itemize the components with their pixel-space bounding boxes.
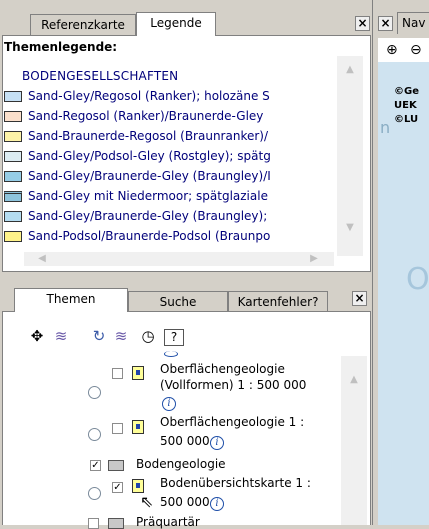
close-themen-panel-button[interactable]: × bbox=[352, 291, 367, 306]
legend-swatch bbox=[4, 171, 22, 182]
copyright-logo-line: UEK bbox=[394, 100, 417, 111]
theme-label[interactable]: (Vollformen) 1 : 500 000 bbox=[160, 378, 306, 392]
tab-referenzkarte[interactable]: Referenzkarte bbox=[30, 14, 136, 36]
legend-item-label: Sand-Regosol (Ranker)/Braunerde-Gley bbox=[28, 109, 264, 123]
close-legend-panel-button[interactable]: × bbox=[355, 16, 370, 31]
theme-label[interactable]: Oberflächengeologie bbox=[160, 362, 285, 376]
theme-label[interactable]: Oberflächengeologie 1 : bbox=[160, 415, 304, 429]
tab-legende[interactable]: Legende bbox=[136, 12, 216, 36]
legend-item-label: Sand-Gley/Podsol-Gley (Rostgley); spätg bbox=[28, 149, 271, 163]
theme-label[interactable]: Bodenübersichtskarte 1 : bbox=[160, 476, 311, 490]
zoom-out-icon[interactable]: ⊖ bbox=[410, 42, 422, 58]
layers-stack-icon[interactable]: ≋ bbox=[112, 327, 130, 345]
legend-item: Sand-Gley/Braunerde-Gley (Braungley)/I bbox=[4, 168, 334, 186]
legend-item-label: Sand-Gley/Braunerde-Gley (Braungley); bbox=[28, 209, 268, 223]
legend-item: Sand-Gley mit Niedermoor; spätglaziale bbox=[4, 188, 334, 206]
copyright-logo-line: ©LU bbox=[394, 114, 419, 125]
folder-icon bbox=[108, 460, 124, 471]
theme-label[interactable]: 500 000 bbox=[160, 495, 210, 509]
legend-item: Sand-Braunerde-Regosol (Braunranker)/ bbox=[4, 128, 334, 146]
legend-group-title: BODENGESELLSCHAFTEN bbox=[22, 69, 179, 83]
legend-item-label: Sand-Podsol/Braunerde-Podsol (Braunpo bbox=[28, 229, 271, 243]
map-close-button[interactable]: × bbox=[378, 16, 393, 31]
layers-icon[interactable]: ≋ bbox=[52, 327, 70, 345]
info-icon[interactable]: i bbox=[162, 397, 176, 411]
legend-swatch bbox=[4, 231, 22, 242]
zoom-in-icon[interactable]: ⊕ bbox=[386, 42, 398, 58]
tab-navigation[interactable]: Nav bbox=[397, 12, 429, 34]
info-icon[interactable] bbox=[164, 351, 178, 357]
layer-icon bbox=[132, 420, 144, 434]
copyright-logo-line: ©Ge bbox=[394, 86, 419, 97]
legend-scroll-right-icon[interactable]: ▶ bbox=[306, 251, 322, 267]
mouse-cursor-icon: ⇖ bbox=[140, 492, 154, 511]
theme-radio[interactable] bbox=[88, 428, 101, 441]
map-letter-n: n bbox=[380, 118, 391, 137]
map-letter-o: O bbox=[406, 262, 429, 297]
info-icon[interactable]: i bbox=[210, 497, 224, 511]
legend-item: Sand-Gley/Podsol-Gley (Rostgley); spätg bbox=[4, 148, 334, 166]
legend-horizontal-scrollbar[interactable] bbox=[24, 252, 334, 266]
add-theme-icon[interactable]: ✥ bbox=[28, 327, 46, 345]
theme-checkbox[interactable] bbox=[112, 368, 123, 379]
legend-swatch bbox=[4, 131, 22, 142]
legend-item-label: Sand-Gley/Braunerde-Gley (Braungley)/I bbox=[28, 169, 271, 183]
theme-radio[interactable] bbox=[88, 386, 101, 399]
tab-themen[interactable]: Themen bbox=[14, 288, 128, 312]
help-icon[interactable]: ? bbox=[164, 329, 184, 346]
tab-kartenfehler[interactable]: Kartenfehler? bbox=[228, 291, 328, 313]
legend-swatch bbox=[4, 211, 22, 222]
theme-checkbox[interactable] bbox=[112, 423, 123, 434]
theme-checkbox[interactable]: ✓ bbox=[112, 482, 123, 493]
legend-item: Sand-Gley/Braunerde-Gley (Braungley); bbox=[4, 208, 334, 226]
folder-label[interactable]: Bodengeologie bbox=[136, 457, 226, 471]
legend-swatch bbox=[4, 111, 22, 122]
legend-heading: Themenlegende: bbox=[4, 40, 118, 54]
legend-swatch bbox=[4, 191, 22, 202]
theme-checkbox[interactable] bbox=[88, 518, 99, 529]
tree-scroll-up-icon[interactable]: ▲ bbox=[346, 372, 362, 388]
theme-radio[interactable] bbox=[88, 487, 101, 500]
legend-item-label: Sand-Braunerde-Regosol (Braunranker)/ bbox=[28, 129, 269, 143]
clock-icon[interactable]: ◷ bbox=[138, 327, 158, 345]
layer-icon bbox=[132, 479, 144, 493]
folder-checkbox[interactable]: ✓ bbox=[90, 460, 101, 471]
legend-scroll-up-icon[interactable]: ▲ bbox=[342, 62, 358, 78]
legend-item: Sand-Regosol (Ranker)/Braunerde-Gley bbox=[4, 108, 334, 126]
legend-swatch bbox=[4, 91, 22, 102]
info-icon[interactable]: i bbox=[210, 436, 224, 450]
legend-scroll-left-icon[interactable]: ◀ bbox=[34, 251, 50, 267]
legend-scroll-down-icon[interactable]: ▼ bbox=[342, 220, 358, 236]
legend-swatch bbox=[4, 151, 22, 162]
folder-icon bbox=[108, 518, 124, 529]
legend-item: Sand-Gley/Regosol (Ranker); holozäne S bbox=[4, 88, 334, 106]
legend-item-label: Sand-Gley mit Niedermoor; spätglaziale bbox=[28, 189, 268, 203]
folder-label[interactable]: Präquartär bbox=[136, 515, 200, 529]
refresh-icon[interactable]: ↻ bbox=[90, 327, 108, 345]
layer-icon bbox=[132, 366, 144, 380]
legend-item-label: Sand-Gley/Regosol (Ranker); holozäne S bbox=[28, 89, 270, 103]
theme-label[interactable]: 500 000 bbox=[160, 434, 210, 448]
legend-item: Sand-Podsol/Braunerde-Podsol (Braunpo bbox=[4, 228, 334, 246]
tab-suche[interactable]: Suche bbox=[128, 291, 228, 313]
